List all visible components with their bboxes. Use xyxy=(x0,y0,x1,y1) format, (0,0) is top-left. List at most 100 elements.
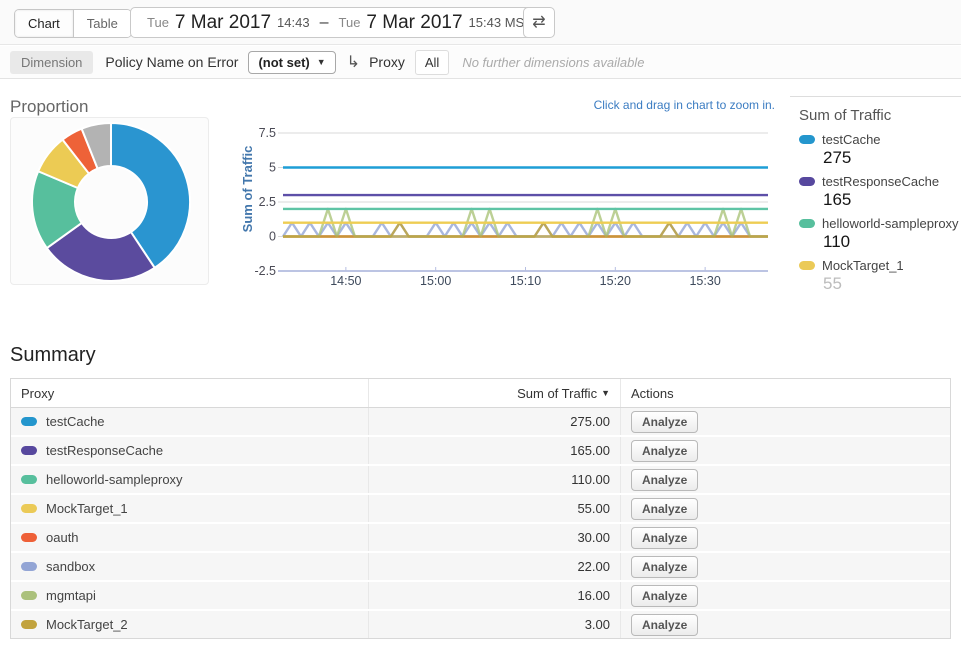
series-name: helloworld-sampleproxy xyxy=(822,216,959,231)
table-row: oauth 30.00 Analyze xyxy=(11,524,950,553)
svg-text:5: 5 xyxy=(269,161,276,175)
proportion-title: Proportion xyxy=(10,97,88,117)
analyze-button[interactable]: Analyze xyxy=(631,556,698,578)
svg-text:15:10: 15:10 xyxy=(510,274,541,288)
table-tab[interactable]: Table xyxy=(74,10,131,37)
traffic-value: 165.00 xyxy=(570,443,610,458)
svg-text:14:50: 14:50 xyxy=(330,274,361,288)
series-color-swatch xyxy=(21,533,37,542)
table-row: mgmtapi 16.00 Analyze xyxy=(11,582,950,611)
analyze-button[interactable]: Analyze xyxy=(631,614,698,636)
drilldown-arrow-icon: ↳ xyxy=(347,52,360,72)
summary-title: Summary xyxy=(10,344,96,367)
traffic-column-header[interactable]: Sum of Traffic ▼ xyxy=(368,379,620,407)
svg-text:-2.5: -2.5 xyxy=(254,264,276,278)
view-toggle: Chart Table xyxy=(14,9,132,38)
legend-item[interactable]: testCache 275 xyxy=(790,129,961,171)
series-color-swatch xyxy=(799,261,815,270)
traffic-line-chart[interactable]: 7.552.50-2.514:5015:0015:1015:2015:30Sum… xyxy=(240,105,790,300)
proxy-name: testResponseCache xyxy=(46,443,163,458)
dimension-value-dropdown[interactable]: (not set) ▼ xyxy=(248,51,335,74)
series-value: 55 xyxy=(823,274,961,294)
dimension-selected-value: (not set) xyxy=(258,55,309,70)
traffic-value: 30.00 xyxy=(577,530,610,545)
table-header-row: Proxy Sum of Traffic ▼ Actions xyxy=(11,379,950,408)
series-color-swatch xyxy=(21,620,37,629)
traffic-column-label: Sum of Traffic xyxy=(517,386,597,401)
table-row: sandbox 22.00 Analyze xyxy=(11,553,950,582)
top-toolbar: Chart Table Tue 7 Mar 2017 14:43 – Tue 7… xyxy=(0,0,961,45)
series-color-swatch xyxy=(21,504,37,513)
table-row: helloworld-sampleproxy 110.00 Analyze xyxy=(11,466,950,495)
series-value: 110 xyxy=(823,232,961,252)
series-color-swatch xyxy=(21,475,37,484)
analyze-button[interactable]: Analyze xyxy=(631,411,698,433)
proxy-name: MockTarget_2 xyxy=(46,617,128,632)
chart-legend: Sum of Traffic testCache 275 testRespons… xyxy=(790,96,961,299)
traffic-value: 22.00 xyxy=(577,559,610,574)
proxy-name: mgmtapi xyxy=(46,588,96,603)
actions-column-header: Actions xyxy=(620,379,950,407)
table-row: MockTarget_1 55.00 Analyze xyxy=(11,495,950,524)
svg-text:15:20: 15:20 xyxy=(600,274,631,288)
date-range-picker[interactable]: Tue 7 Mar 2017 14:43 – Tue 7 Mar 2017 15… xyxy=(130,7,549,38)
analyze-button[interactable]: Analyze xyxy=(631,469,698,491)
series-color-swatch xyxy=(21,446,37,455)
proxy-name: oauth xyxy=(46,530,79,545)
analyze-button[interactable]: Analyze xyxy=(631,585,698,607)
start-time: 14:43 xyxy=(277,15,310,30)
end-day: Tue xyxy=(339,15,361,30)
table-row: MockTarget_2 3.00 Analyze xyxy=(11,611,950,638)
traffic-value: 275.00 xyxy=(570,414,610,429)
series-color-swatch xyxy=(799,135,815,144)
chevron-down-icon: ▼ xyxy=(317,57,326,67)
series-color-swatch xyxy=(21,417,37,426)
series-name: testCache xyxy=(822,132,881,147)
analyze-button[interactable]: Analyze xyxy=(631,527,698,549)
table-row: testCache 275.00 Analyze xyxy=(11,408,950,437)
analyze-button[interactable]: Analyze xyxy=(631,440,698,462)
proportion-donut-chart xyxy=(11,118,208,284)
legend-item[interactable]: helloworld-sampleproxy 110 xyxy=(790,213,961,255)
end-date: 7 Mar 2017 xyxy=(366,12,462,34)
series-color-swatch xyxy=(799,219,815,228)
svg-text:2.5: 2.5 xyxy=(259,195,276,209)
refresh-button[interactable]: ⇄ xyxy=(523,7,555,38)
date-range-separator: – xyxy=(320,14,329,32)
proxy-name: helloworld-sampleproxy xyxy=(46,472,183,487)
legend-item[interactable]: testResponseCache 165 xyxy=(790,171,961,213)
chart-tab[interactable]: Chart xyxy=(15,10,74,37)
refresh-icon: ⇄ xyxy=(532,14,545,31)
proxy-column-header: Proxy xyxy=(11,379,368,407)
proxy-name: testCache xyxy=(46,414,105,429)
svg-text:15:30: 15:30 xyxy=(689,274,720,288)
traffic-value: 110.00 xyxy=(571,472,610,487)
series-value: 275 xyxy=(823,148,961,168)
series-color-swatch xyxy=(799,177,815,186)
no-dimensions-note: No further dimensions available xyxy=(462,55,644,70)
legend-title: Sum of Traffic xyxy=(790,97,961,129)
drilldown-dimension-name: Proxy xyxy=(369,54,405,70)
analyze-button[interactable]: Analyze xyxy=(631,498,698,520)
series-color-swatch xyxy=(21,591,37,600)
dimension-bar: Dimension Policy Name on Error (not set)… xyxy=(0,46,961,79)
dimension-label: Dimension xyxy=(10,51,93,74)
summary-table: Proxy Sum of Traffic ▼ Actions testCache… xyxy=(10,378,951,639)
svg-text:0: 0 xyxy=(269,230,276,244)
start-date: 7 Mar 2017 xyxy=(175,12,271,34)
series-value: 165 xyxy=(823,190,961,210)
table-row: testResponseCache 165.00 Analyze xyxy=(11,437,950,466)
proxy-name: MockTarget_1 xyxy=(46,501,128,516)
svg-text:7.5: 7.5 xyxy=(259,126,276,140)
legend-item[interactable]: MockTarget_1 55 xyxy=(790,255,961,297)
traffic-value: 3.00 xyxy=(585,617,610,632)
drilldown-value-button[interactable]: All xyxy=(415,50,449,75)
traffic-value: 16.00 xyxy=(577,588,610,603)
series-name: testResponseCache xyxy=(822,174,939,189)
dimension-name: Policy Name on Error xyxy=(105,54,238,70)
proportion-panel xyxy=(10,117,209,285)
series-name: MockTarget_1 xyxy=(822,258,904,273)
sort-descending-icon: ▼ xyxy=(601,388,610,398)
traffic-value: 55.00 xyxy=(577,501,610,516)
proxy-name: sandbox xyxy=(46,559,95,574)
